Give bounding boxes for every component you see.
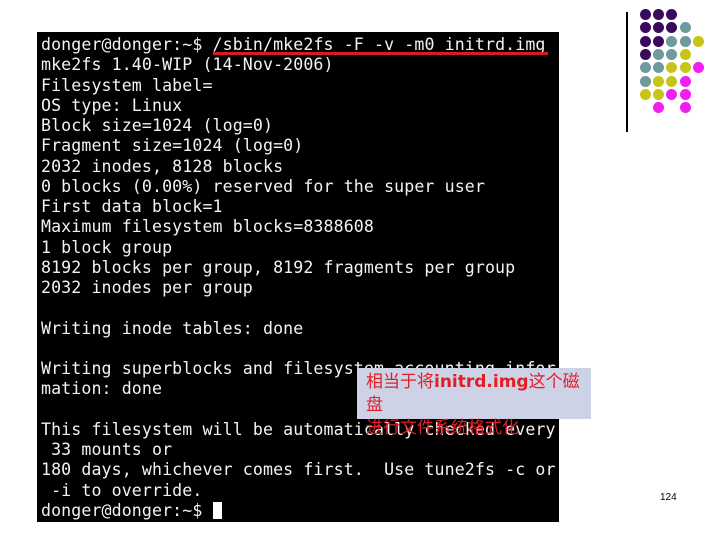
decorative-dot-magenta <box>679 102 691 114</box>
decorative-dot-purple <box>653 9 665 20</box>
decorative-dot-purple <box>640 9 651 20</box>
decorative-dot-yellow <box>692 35 704 47</box>
decorative-dot-purple <box>640 35 651 47</box>
annotation-line-1: 相当于将initrd.img这个磁盘 <box>366 372 580 415</box>
annotation-line-2: 进行文件系统格式化 <box>366 418 519 438</box>
terminal-output-line: Maximum filesystem blocks=8388608 <box>41 217 374 237</box>
decorative-dot-yellow <box>666 62 678 74</box>
page-number: 124 <box>660 492 677 503</box>
decorative-dot-teal <box>640 62 651 74</box>
terminal-output-line: 1 block group <box>41 237 173 257</box>
decorative-dot-purple <box>666 9 678 20</box>
shell-prompt: donger@donger:~$ <box>41 35 213 54</box>
terminal-output-line: 180 days, whichever comes first. Use tun… <box>41 460 556 480</box>
decorative-dot-teal <box>653 48 665 60</box>
decorative-dot-purple <box>640 22 651 34</box>
decorative-dot-grid <box>640 9 710 119</box>
decorative-dot-purple <box>653 22 665 34</box>
command-highlight-underline <box>213 52 548 55</box>
decorative-dot-yellow <box>640 88 651 100</box>
annotation-callout: 相当于将initrd.img这个磁盘 进行文件系统格式化 <box>357 368 591 438</box>
terminal-output-line: Filesystem label= <box>41 75 213 95</box>
terminal-output-line: 2032 inodes, 8128 blocks <box>41 156 284 176</box>
terminal-output-line: First data block=1 <box>41 197 223 216</box>
decorative-dot-teal <box>653 62 665 74</box>
terminal-output-line: OS type: Linux <box>41 95 183 115</box>
decorative-vertical-line <box>626 12 628 132</box>
terminal-output-line: Fragment size=1024 (log=0) <box>41 136 304 156</box>
terminal-output-line: Writing inode tables: done <box>41 318 304 338</box>
decorative-dot-yellow <box>679 48 691 60</box>
terminal-output-line: -i to override. <box>41 480 203 500</box>
decorative-dot-teal <box>679 35 691 47</box>
text-cursor <box>212 501 222 519</box>
decorative-dot-magenta <box>679 88 691 100</box>
terminal-output-line: 8192 blocks per group, 8192 fragments pe… <box>41 257 516 277</box>
final-prompt-line[interactable]: donger@donger:~$ <box>41 501 559 521</box>
decorative-dot-teal <box>666 35 678 47</box>
decorative-dot-magenta <box>692 62 704 74</box>
terminal-output-line: 2032 inodes per group <box>41 278 253 297</box>
decorative-dot-yellow <box>666 75 678 87</box>
decorative-dot-yellow <box>653 88 665 100</box>
decorative-dot-magenta <box>679 75 691 87</box>
decorative-dot-teal <box>666 48 678 60</box>
decorative-dot-purple <box>653 35 665 47</box>
terminal-output-line: Block size=1024 (log=0) <box>41 116 274 135</box>
decorative-dot-magenta <box>666 88 678 100</box>
terminal-output-line: 33 mounts or <box>41 440 173 459</box>
decorative-dot-purple <box>666 22 678 34</box>
decorative-dot-teal <box>679 22 691 34</box>
terminal-output-line: mke2fs 1.40-WIP (14-Nov-2006) <box>41 55 334 75</box>
terminal-output-line: 0 blocks (0.00%) reserved for the super … <box>41 176 485 196</box>
decorative-dot-teal <box>640 75 651 87</box>
annotation-filename: initrd.img <box>434 372 529 392</box>
decorative-dot-yellow <box>679 62 691 74</box>
shell-prompt: donger@donger:~$ <box>41 500 213 520</box>
decorative-dot-yellow <box>653 75 665 87</box>
decorative-dot-magenta <box>653 102 665 114</box>
decorative-dot-purple <box>640 48 651 60</box>
terminal-window[interactable]: donger@donger:~$ /sbin/mke2fs -F -v -m0 … <box>37 32 559 522</box>
